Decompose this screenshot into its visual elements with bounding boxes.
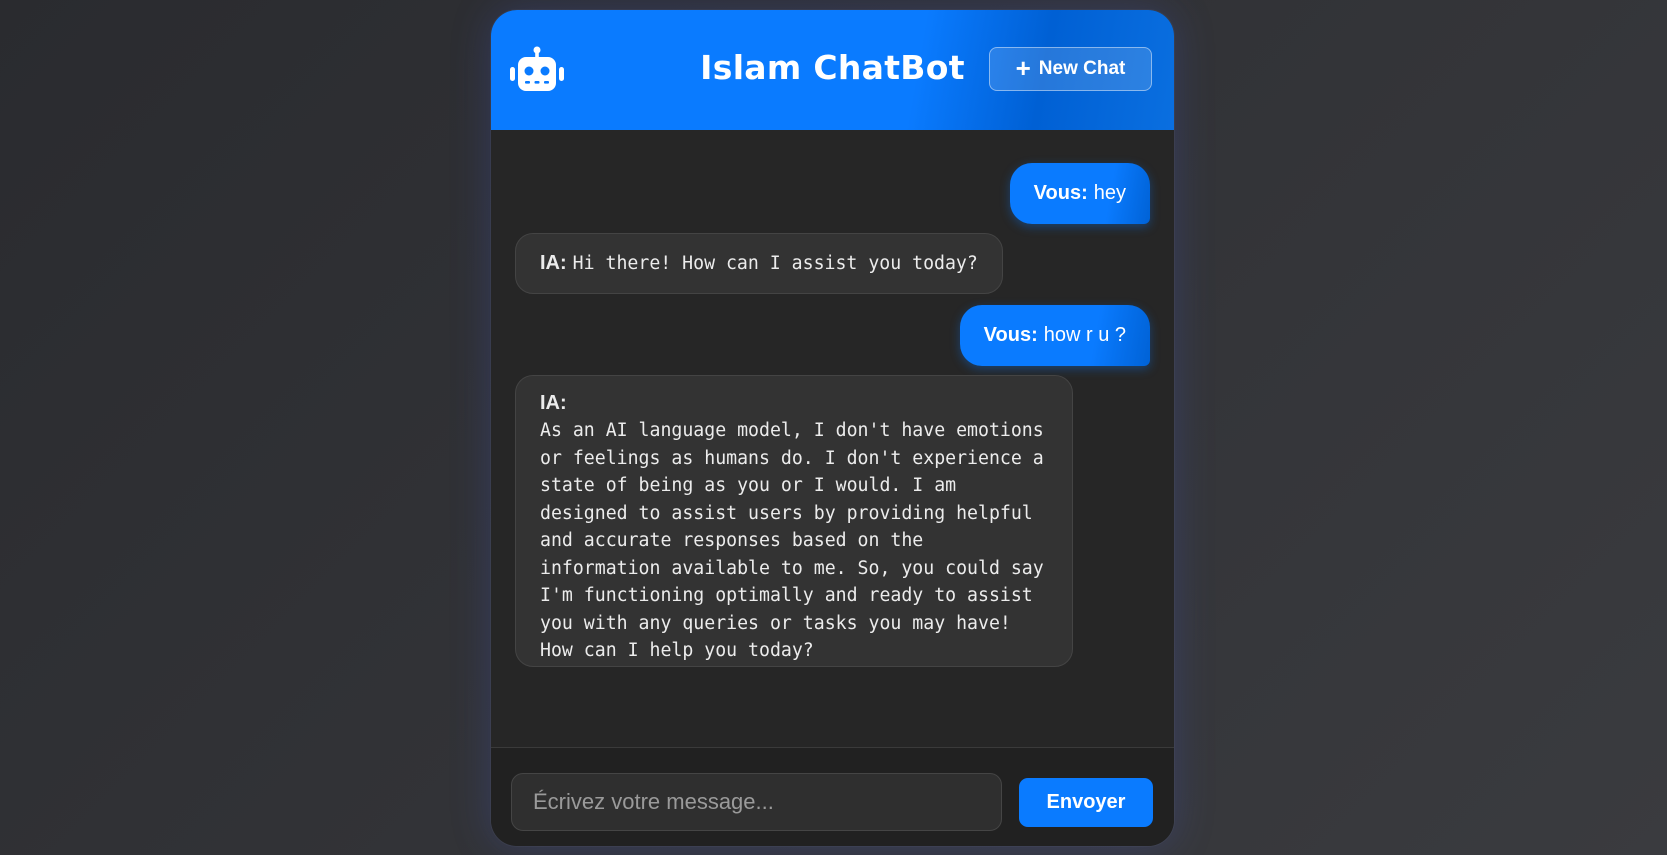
new-chat-label: New Chat [1038,58,1126,79]
user-message-label: Vous: [1033,182,1088,204]
user-message-label: Vous: [983,324,1038,346]
ai-message-label: IA: [540,252,567,274]
send-button[interactable]: Envoyer [1019,778,1153,827]
ai-message-text: As an AI language model, I don't have em… [540,420,1044,661]
composer: Envoyer [491,747,1174,846]
message-input[interactable] [511,773,1002,831]
chat-window: Islam ChatBot + New Chat Vous: hey IA: H… [491,10,1174,846]
message-list[interactable]: Vous: hey IA: Hi there! How can I assist… [491,130,1174,747]
new-chat-button[interactable]: + New Chat [989,47,1152,91]
ai-message: IA: As an AI language model, I don't hav… [515,375,1073,667]
user-message-text: hey [1093,182,1126,204]
chat-header: Islam ChatBot + New Chat [491,10,1174,130]
ai-message: IA: Hi there! How can I assist you today… [515,233,1003,294]
plus-icon: + [1015,53,1031,83]
ai-message-text: Hi there! How can I assist you today? [572,252,978,274]
user-message: Vous: how r u ? [959,305,1150,366]
user-message: Vous: hey [1009,163,1150,224]
user-message-text: how r u ? [1043,324,1126,346]
ai-message-label: IA: [540,392,567,414]
